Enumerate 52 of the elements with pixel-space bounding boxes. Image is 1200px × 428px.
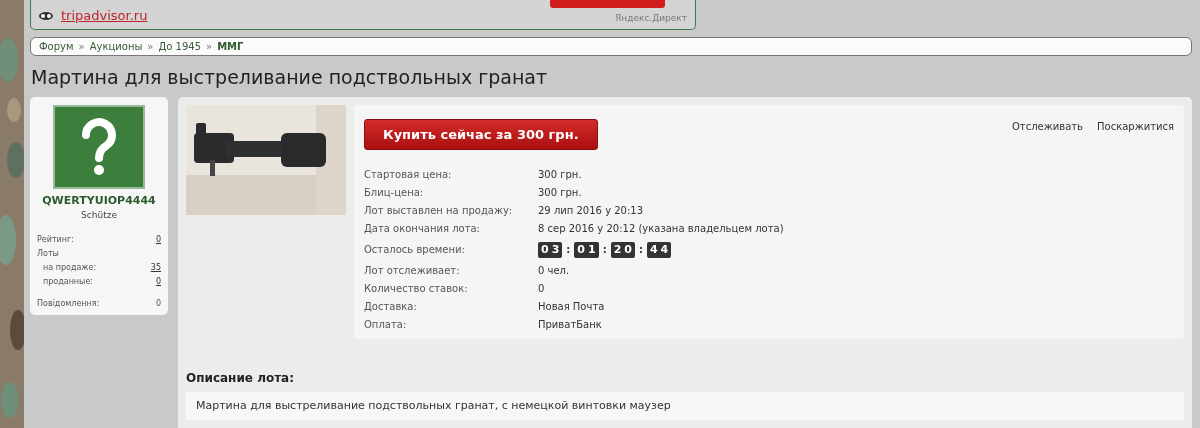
stat-label: Повідомлення: (37, 297, 100, 310)
field-value: 300 грн. (538, 168, 582, 182)
stat-link[interactable]: 0 (155, 232, 161, 247)
field-value: Новая Почта (538, 300, 605, 314)
ad-source: Яндекс.Директ (615, 12, 687, 25)
description-heading: Описание лота: (186, 369, 295, 387)
countdown-digits: 20 (610, 242, 635, 258)
user-rank: Schütze (80, 209, 118, 222)
field-value: 300 грн. (538, 186, 582, 200)
breadcrumb-link[interactable]: Форум (39, 38, 74, 54)
owl-icon (39, 11, 53, 21)
field-label: Лот отслеживает: (364, 264, 461, 278)
separator-icon: » (206, 38, 213, 54)
breadcrumb-link[interactable]: Аукционы (89, 38, 143, 54)
countdown-digits: 44 (646, 242, 672, 258)
colon-separator: : (566, 244, 571, 255)
breadcrumb-link[interactable]: До 1945 (158, 38, 201, 54)
username[interactable]: QWERTYUIOP4444 (37, 192, 161, 209)
colon-separator: : (638, 244, 643, 255)
buy-now-button[interactable]: Купить сейчас за 300 грн. (364, 118, 598, 150)
action-link[interactable]: Отслеживать (1012, 120, 1083, 132)
stat-label: Лоты (37, 247, 59, 260)
field-value: 29 лип 2016 у 20:13 (538, 204, 644, 218)
stat-label: проданные: (43, 275, 94, 288)
field-label: Лот выставлен на продажу: (364, 204, 514, 218)
avatar-icon[interactable] (53, 104, 145, 189)
field-label: Количество ставок: (364, 282, 469, 296)
field-label: Блиц-цена: (364, 186, 425, 200)
stat-link[interactable]: 0 (155, 274, 161, 289)
stat-link[interactable]: 35 (150, 260, 161, 275)
countdown-digits: 03 (538, 242, 563, 258)
stat-label: Рейтинг: (37, 233, 74, 246)
colon-separator: : (602, 244, 607, 255)
breadcrumb-link[interactable]: ММГ (217, 38, 244, 54)
field-value: 0 (538, 282, 545, 296)
field-label: Дата окончания лота: (364, 222, 481, 236)
field-label: Осталось времени: (364, 243, 466, 257)
page-title: Мартина для выстреливание подствольных гранат (31, 64, 549, 89)
description-text: Мартина для выстреливание подствольных гранат, с немецкой винтовки маузер (196, 398, 671, 412)
field-value: 8 сер 2016 у 20:12 (указана владельцем лота) (538, 222, 784, 236)
action-link[interactable]: Поскаржитися (1097, 120, 1174, 132)
separator-icon: » (147, 38, 154, 54)
field-value: ПриватБанк (538, 318, 602, 332)
field-label: Доставка: (364, 300, 418, 314)
field-label: Стартовая цена: (364, 168, 453, 182)
ad-link[interactable]: tripadvisor.ru (61, 6, 148, 26)
separator-icon: » (78, 38, 85, 54)
field-value: 0 чел. (538, 264, 570, 278)
field-label: Оплата: (364, 318, 408, 332)
stat-value: 0 (155, 297, 161, 310)
stat-label: на продаже: (43, 261, 97, 274)
countdown-digits: 01 (574, 242, 599, 258)
